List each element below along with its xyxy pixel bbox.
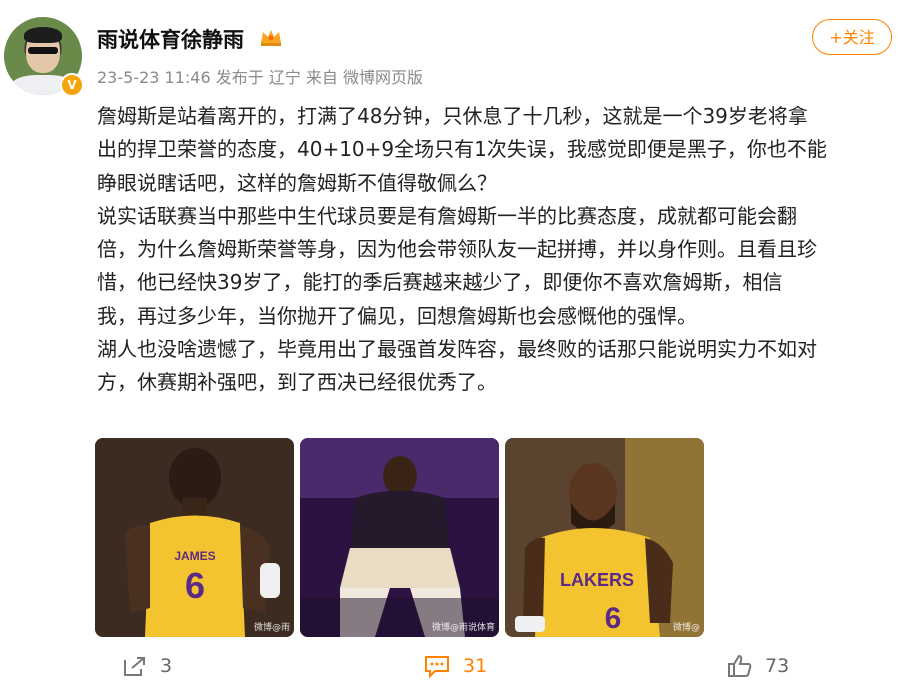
follow-button[interactable]: +关注 <box>812 19 892 55</box>
jersey-team-text: LAKERS <box>560 570 634 590</box>
player-front-illustration: LAKERS 6 <box>505 438 704 637</box>
image-watermark: 微博@雨 <box>253 623 290 633</box>
post-source: 来自 微博网页版 <box>305 68 424 87</box>
jersey-number-text: 6 <box>185 565 205 606</box>
post-image-1[interactable]: JAMES 6 微博@雨 <box>95 438 294 637</box>
content-line: 我，再过多少年，当你抛开了偏见，回想詹姆斯也会感慨他的强悍。 <box>97 303 697 328</box>
thumbs-up-icon <box>728 654 752 677</box>
post-image-3[interactable]: LAKERS 6 微博@ <box>505 438 704 637</box>
repost-icon <box>124 657 145 676</box>
player-back-illustration: JAMES 6 <box>95 438 294 637</box>
image-watermark: 微博@ <box>672 623 700 633</box>
verified-badge-icon: V <box>60 73 84 97</box>
content-line: 湖人也没啥遗憾了，毕竟用出了最强首发阵容，最终败的话那只能说明实力不如对 <box>97 337 817 362</box>
image-watermark: 微博@雨说体育 <box>431 623 495 633</box>
comment-button[interactable]: 31 <box>423 648 487 684</box>
content-line: 詹姆斯是站着离开的，打满了48分钟，只休息了十几秒，这就是一个39岁老将拿 <box>97 104 808 128</box>
comment-icon <box>425 656 449 678</box>
post-location: 发布于 辽宁 <box>215 68 301 87</box>
jersey-name-text: JAMES <box>174 549 215 563</box>
repost-button[interactable]: 3 <box>122 648 172 684</box>
like-button[interactable]: 73 <box>727 648 789 684</box>
content-line: 出的捍卫荣誉的态度，40+10+9全场只有1次失误，我感觉即便是黑子，你也不能 <box>97 137 827 162</box>
author-name[interactable]: 雨说体育徐静雨 <box>97 24 244 54</box>
post-image-2[interactable]: 微博@雨说体育 <box>300 438 499 637</box>
content-line: 倍，为什么詹姆斯荣誉等身，因为他会带领队友一起拼搏，并以身作则。且看且珍 <box>97 237 817 262</box>
like-count: 73 <box>765 655 790 677</box>
post-date[interactable]: 23-5-23 11:46 <box>97 68 211 87</box>
post-meta: 23-5-23 11:46 发布于 辽宁 来自 微博网页版 <box>97 64 423 88</box>
comment-count: 31 <box>463 655 488 677</box>
post-content: 詹姆斯是站着离开的，打满了48分钟，只休息了十几秒，这就是一个39岁老将拿 出的… <box>97 100 898 400</box>
jersey-number-text: 6 <box>605 602 622 635</box>
content-line: 惜，他已经快39岁了，能打的季后赛越来越少了，即便你不喜欢詹姆斯，相信 <box>97 270 783 295</box>
player-seated-illustration <box>300 438 499 637</box>
content-line: 说实话联赛当中那些中生代球员要是有詹姆斯一半的比赛态度，成就都可能会翻 <box>97 203 797 228</box>
avatar-hair <box>24 27 62 43</box>
content-line: 睁眼说瞎话吧，这样的詹姆斯不值得敬佩么？ <box>97 170 497 195</box>
repost-count: 3 <box>160 655 173 677</box>
content-line: 方，休赛期补强吧，到了西决已经很优秀了。 <box>97 370 497 395</box>
avatar-glasses <box>28 47 58 54</box>
crown-icon <box>261 30 281 46</box>
